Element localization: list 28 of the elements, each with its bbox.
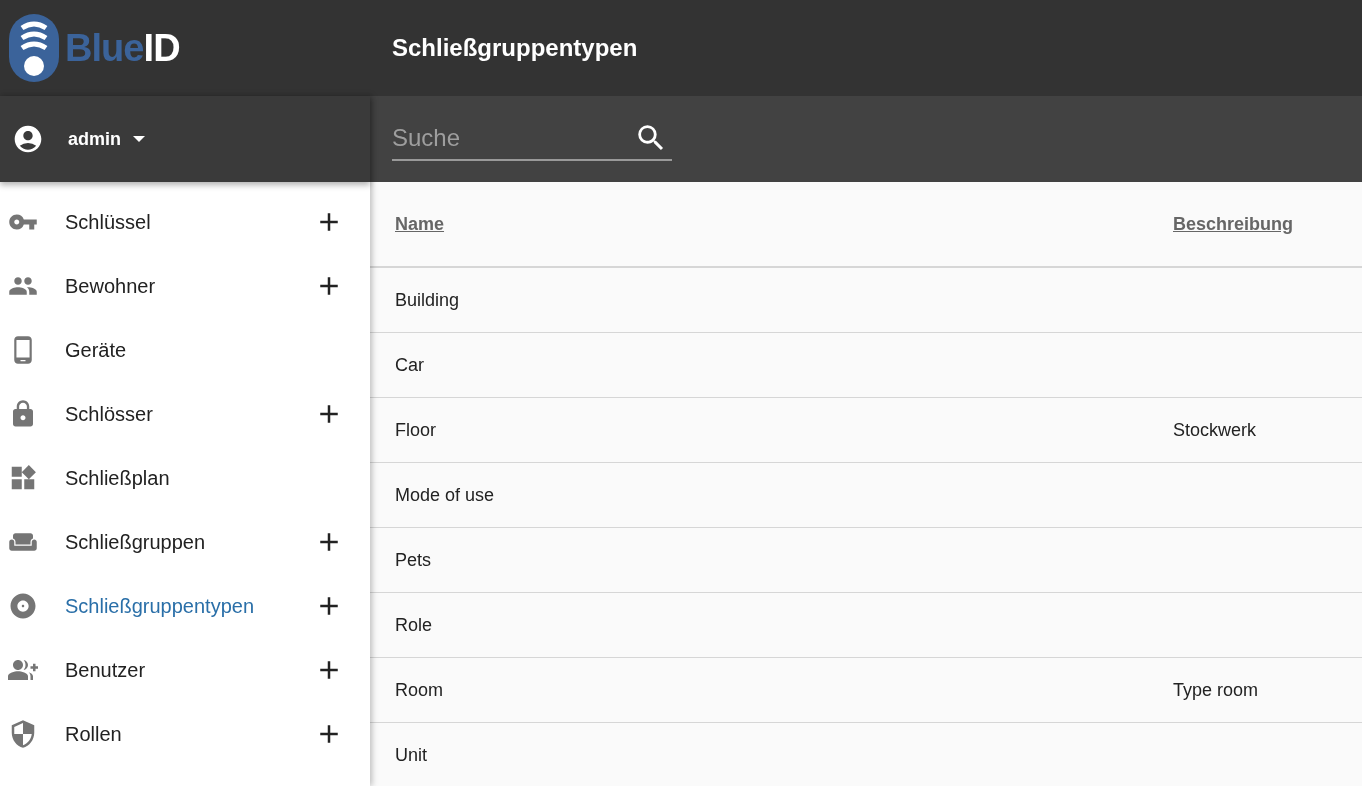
nav-item[interactable]: Bewohner [0,254,314,318]
table-cell: Car [395,354,424,375]
nav-item[interactable]: Schlüssel [0,190,314,254]
column-header[interactable]: Name [395,213,445,234]
table-cell: Unit [395,744,427,765]
nav-item[interactable]: Schließgruppentypen [0,574,314,638]
nav-item[interactable]: Schließplan [0,446,370,510]
page-title: Schließgruppentypen [392,33,638,63]
column-header[interactable]: Beschreibung [1173,213,1294,234]
logo-text: BlueID [65,25,180,71]
nav-item[interactable]: Schließgruppen [0,510,314,574]
table-cell: Role [395,614,433,635]
nav-item[interactable]: Benutzer [0,638,314,702]
user-menu-button[interactable]: admin [68,125,145,153]
nav-item[interactable]: Schlösser [0,382,314,446]
table-cell: Mode of use [395,484,495,505]
table-cell: Stockwerk [1173,419,1257,440]
search-field[interactable]: Suche [392,120,634,156]
nav-item[interactable]: Geräte [0,318,370,382]
account-icon [12,123,44,155]
table-cell: Type room [1173,679,1259,700]
nav-item[interactable]: Rollen [0,702,314,766]
table-cell: Building [395,289,460,310]
caret-icon [133,136,145,142]
table-cell: Pets [395,549,432,570]
table-cell: Floor [395,419,436,440]
logo-icon [9,14,59,82]
table-cell: Room [395,679,443,700]
